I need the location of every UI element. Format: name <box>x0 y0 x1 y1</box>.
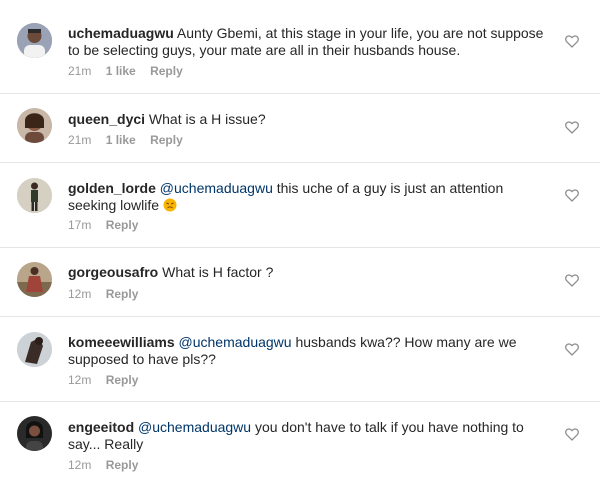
comment-meta: 21m 1 like Reply <box>68 64 194 78</box>
like-heart-icon[interactable] <box>565 343 579 356</box>
avatar[interactable] <box>17 262 52 297</box>
comment-time: 12m <box>68 458 92 472</box>
comment-meta: 21m 1 like Reply <box>68 133 194 147</box>
comment-meta: 17m Reply <box>68 218 149 232</box>
comment-meta: 12m Reply <box>68 458 149 472</box>
comment-item: engeeitod @uchemaduagwu you don't have t… <box>0 402 600 483</box>
avatar-dark-figure-icon <box>17 332 52 367</box>
angry-face-emoji-icon <box>163 198 177 212</box>
like-heart-icon[interactable] <box>565 121 579 134</box>
like-heart-icon[interactable] <box>565 274 579 287</box>
comment-item: gorgeousafro What is H factor ? 12m Repl… <box>0 248 600 317</box>
comment-text: queen_dyci What is a H issue? <box>68 111 552 128</box>
comment-username[interactable]: komeeewilliams <box>68 334 175 350</box>
comment-text: komeeewilliams @uchemaduagwu husbands kw… <box>68 334 552 368</box>
like-heart-icon[interactable] <box>565 35 579 48</box>
reply-button[interactable]: Reply <box>106 287 139 301</box>
comment-time: 17m <box>68 218 92 232</box>
reply-button[interactable]: Reply <box>150 133 183 147</box>
comment-text: golden_lorde @uchemaduagwu this uche of … <box>68 180 552 214</box>
avatar-woman-dark-icon <box>17 416 52 451</box>
comment-body: What is H factor ? <box>162 264 274 280</box>
comment-likes[interactable]: 1 like <box>106 64 136 78</box>
comment-username[interactable]: engeeitod <box>68 419 134 435</box>
comment-time: 21m <box>68 133 92 147</box>
reply-button[interactable]: Reply <box>106 373 139 387</box>
comment-item: uchemaduagwu Aunty Gbemi, at this stage … <box>0 0 600 94</box>
avatar[interactable] <box>17 332 52 367</box>
comment-username[interactable]: gorgeousafro <box>68 264 158 280</box>
avatar[interactable] <box>17 178 52 213</box>
comment-meta: 12m Reply <box>68 287 149 301</box>
reply-button[interactable]: Reply <box>106 218 139 232</box>
comment-text: uchemaduagwu Aunty Gbemi, at this stage … <box>68 25 552 59</box>
comment-body: you don't have to talk if you have nothi… <box>68 419 524 452</box>
comment-time: 12m <box>68 287 92 301</box>
avatar-woman-portrait-icon <box>17 108 52 143</box>
reply-button[interactable]: Reply <box>150 64 183 78</box>
comment-text: engeeitod @uchemaduagwu you don't have t… <box>68 419 552 453</box>
avatar-man-portrait-icon <box>17 23 52 58</box>
comment-mention[interactable]: @uchemaduagwu <box>160 180 273 196</box>
avatar[interactable] <box>17 108 52 143</box>
like-heart-icon[interactable] <box>565 428 579 441</box>
comment-meta: 12m Reply <box>68 373 149 387</box>
reply-button[interactable]: Reply <box>106 458 139 472</box>
comment-item: komeeewilliams @uchemaduagwu husbands kw… <box>0 317 600 402</box>
comment-likes[interactable]: 1 like <box>106 133 136 147</box>
comment-username[interactable]: golden_lorde <box>68 180 156 196</box>
comment-mention[interactable]: @uchemaduagwu <box>179 334 292 350</box>
avatar-standing-figure-icon <box>17 178 52 213</box>
comment-username[interactable]: queen_dyci <box>68 111 145 127</box>
comment-text: gorgeousafro What is H factor ? <box>68 264 552 281</box>
comment-time: 12m <box>68 373 92 387</box>
avatar[interactable] <box>17 23 52 58</box>
comment-time: 21m <box>68 64 92 78</box>
comment-item: golden_lorde @uchemaduagwu this uche of … <box>0 163 600 248</box>
comment-username[interactable]: uchemaduagwu <box>68 25 174 41</box>
comment-item: queen_dyci What is a H issue? 21m 1 like… <box>0 94 600 163</box>
avatar-outdoor-figure-icon <box>17 262 52 297</box>
comment-mention[interactable]: @uchemaduagwu <box>138 419 251 435</box>
like-heart-icon[interactable] <box>565 189 579 202</box>
avatar[interactable] <box>17 416 52 451</box>
comment-body: What is a H issue? <box>148 111 266 127</box>
